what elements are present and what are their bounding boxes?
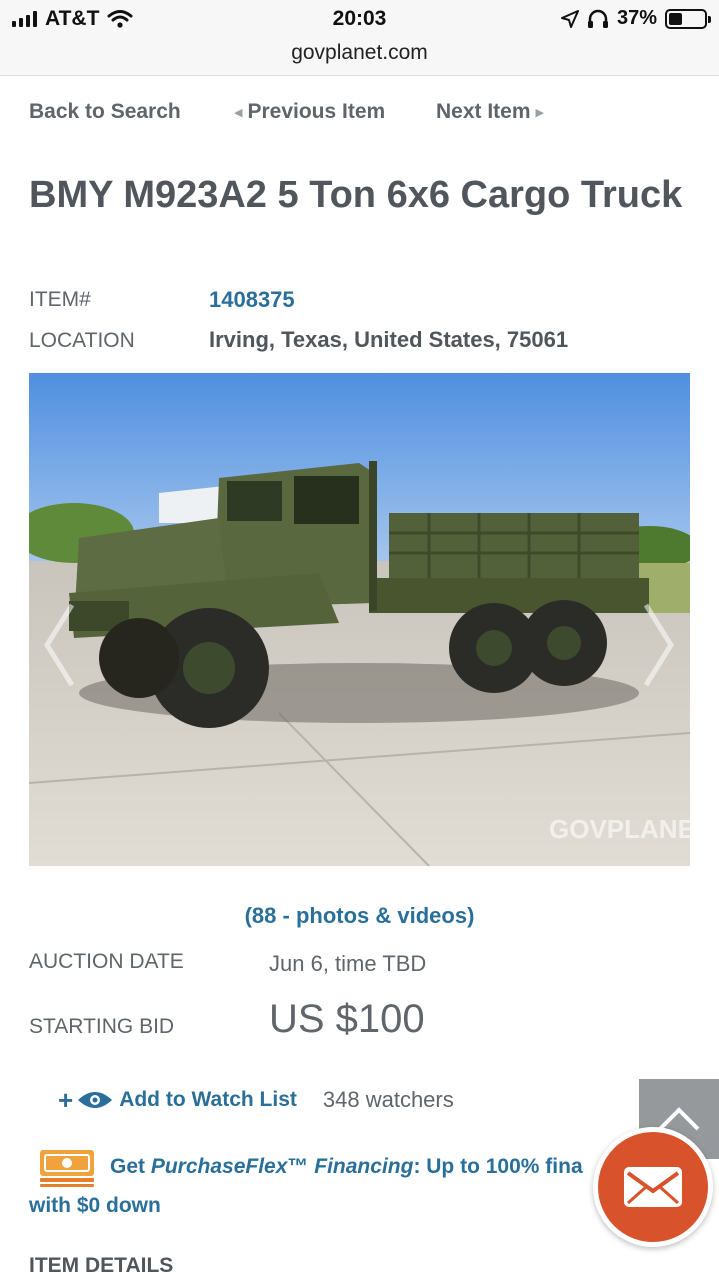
photos-videos-link[interactable]: (88 - photos & videos) [0, 903, 719, 929]
location-value: Irving, Texas, United States, 75061 [209, 327, 569, 352]
status-bar: AT&T 20:03 37% [0, 0, 719, 40]
starting-bid-label: STARTING BID [29, 1015, 175, 1038]
battery-icon [665, 8, 711, 29]
auction-date-label: AUCTION DATE [29, 950, 184, 973]
financing-suffix: : Up to 100% fina [413, 1155, 583, 1178]
starting-bid-value: US $100 [269, 997, 425, 1041]
contact-email-button[interactable] [593, 1127, 713, 1247]
envelope-icon [624, 1167, 682, 1207]
chevron-left-icon: ◀ [234, 106, 243, 119]
location-label: LOCATION [29, 329, 135, 352]
auction-date-value: Jun 6, time TBD [269, 951, 427, 976]
financing-link[interactable]: Get PurchaseFlex™ Financing: Up to 100% … [110, 1155, 583, 1179]
financing-word: Financing [314, 1155, 414, 1178]
url-text: govplanet.com [291, 41, 428, 64]
photo-prev-arrow[interactable] [42, 600, 76, 690]
financing-line2[interactable]: with $0 down [29, 1194, 161, 1218]
financing-tm: ™ [287, 1155, 315, 1178]
photo-watermark: GOVPLANET [549, 814, 690, 844]
financing-prefix: Get [110, 1155, 151, 1178]
item-number: 1408375 [209, 287, 295, 312]
battery-percent: 37% [616, 7, 657, 29]
item-number-label: ITEM# [29, 288, 91, 311]
item-navigation: Back to Search ◀ Previous Item Next Item… [29, 100, 709, 130]
money-icon [40, 1150, 94, 1187]
previous-item-link[interactable]: ◀ Previous Item [234, 100, 385, 124]
next-item-label: Next Item [436, 100, 531, 123]
item-photo[interactable]: GOVPLANET [29, 373, 690, 866]
eye-icon[interactable] [77, 1090, 113, 1110]
previous-item-label: Previous Item [247, 100, 386, 123]
page-title: BMY M923A2 5 Ton 6x6 Cargo Truck [29, 174, 683, 216]
back-to-search-link[interactable]: Back to Search [29, 100, 181, 124]
watchers-count: 348 watchers [322, 1087, 454, 1112]
financing-brand: PurchaseFlex [150, 1155, 288, 1178]
item-details-heading[interactable]: ITEM DETAILS [29, 1254, 173, 1278]
plus-icon[interactable]: + [58, 1085, 73, 1116]
add-to-watch-list-link[interactable]: Add to Watch List [119, 1088, 297, 1112]
status-right: 37% [560, 7, 711, 30]
chevron-right-icon: ▶ [535, 106, 544, 119]
url-bar[interactable]: govplanet.com [0, 40, 719, 76]
watch-row: + Add to Watch List 348 watchers [58, 1085, 454, 1115]
location-arrow-icon [560, 9, 579, 28]
next-item-link[interactable]: Next Item ▶ [436, 100, 544, 124]
headphones-icon [587, 9, 608, 28]
photo-next-arrow[interactable] [642, 600, 676, 690]
